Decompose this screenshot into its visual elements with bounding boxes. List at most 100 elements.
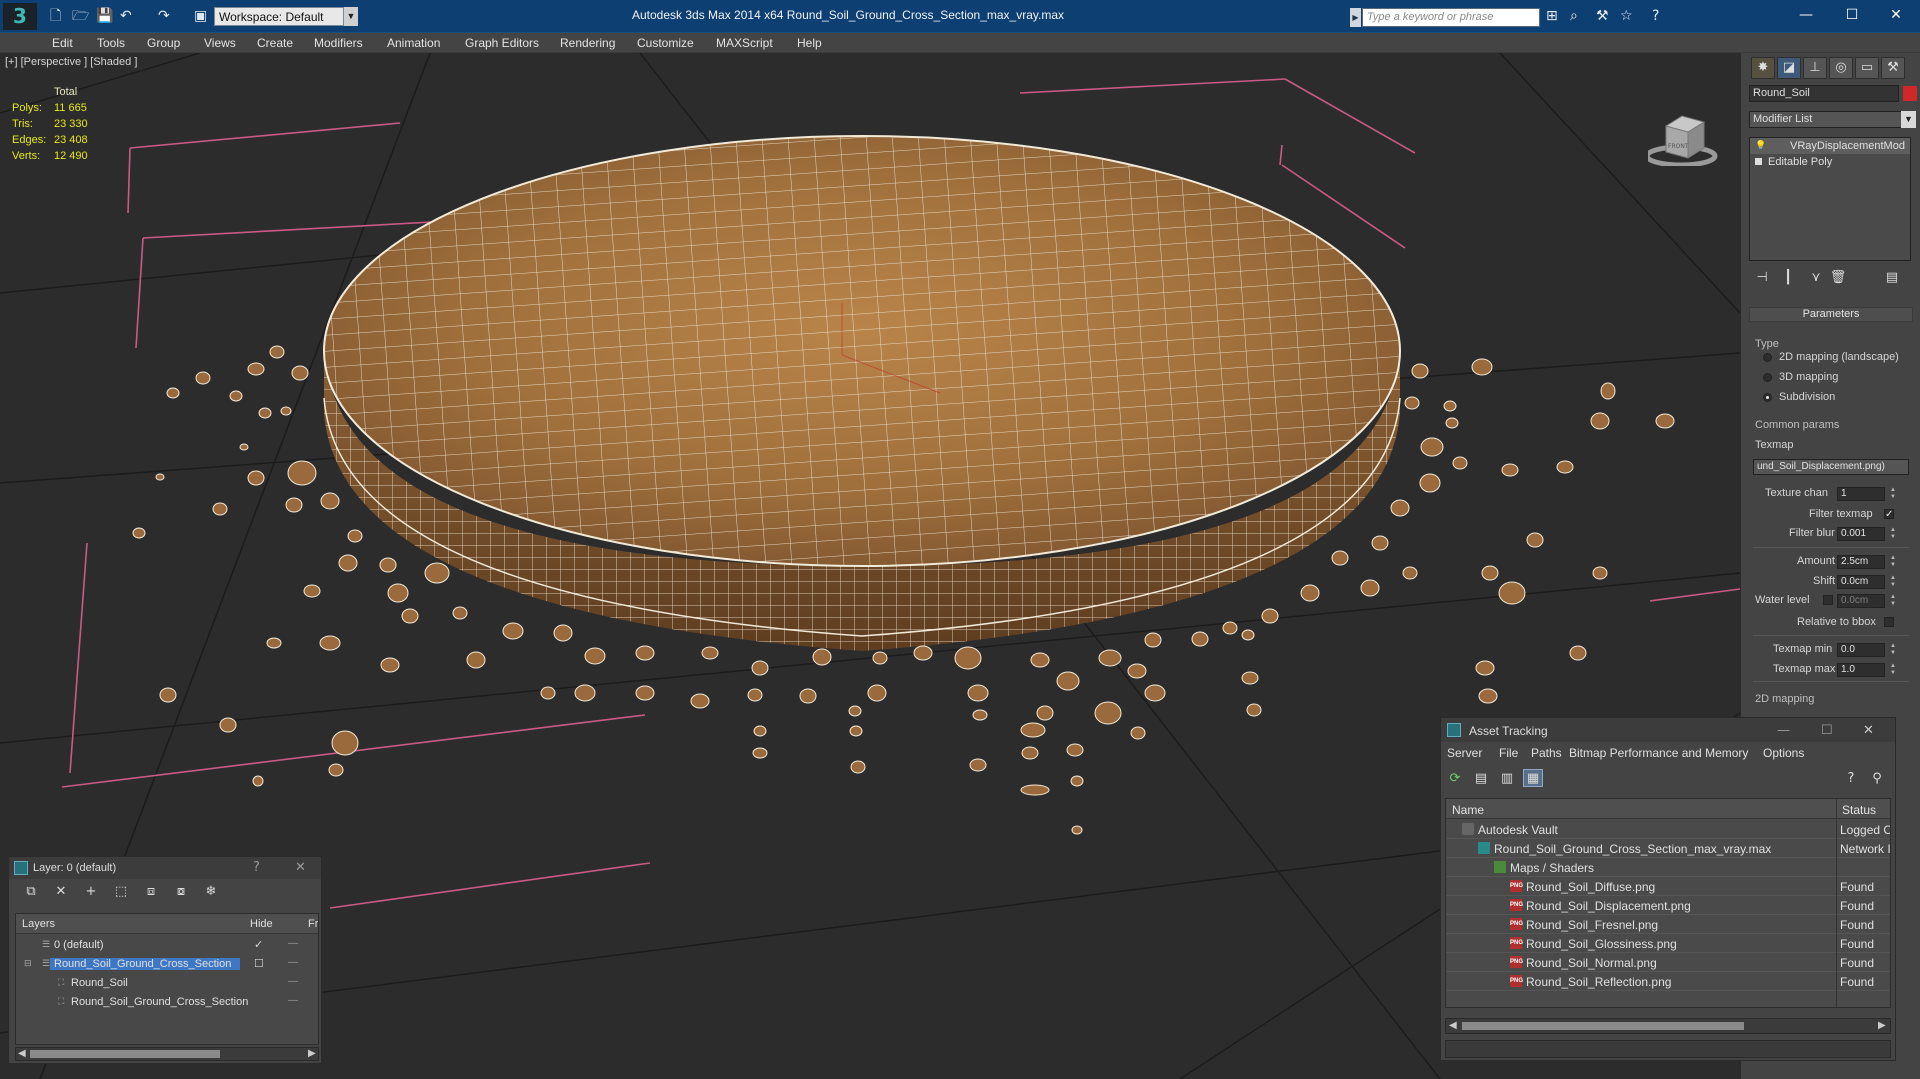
water-level-field[interactable]: 0.0cm: [1837, 594, 1885, 608]
texture-chan-field[interactable]: 1: [1837, 487, 1885, 501]
highlight-layer-icon[interactable]: ⧈: [141, 883, 161, 901]
asset-window-titlebar[interactable]: Asset Tracking — ☐ ✕: [1441, 718, 1895, 742]
detail-view-icon[interactable]: ▥: [1497, 769, 1517, 787]
project-folder-icon[interactable]: ▣: [194, 8, 207, 24]
menu-help[interactable]: Help: [797, 36, 822, 50]
freeze-toggle[interactable]: —: [288, 976, 298, 987]
layer-object-row[interactable]: ⛶ Round_Soil_Ground_Cross_Section —: [16, 993, 318, 1012]
bulb-icon[interactable]: 💡: [1755, 141, 1766, 150]
close-icon[interactable]: ✕: [295, 860, 306, 876]
spinner-icon[interactable]: ▲ ▼: [1889, 663, 1897, 677]
modify-tab-icon[interactable]: ◪: [1777, 57, 1801, 79]
freeze-toggle[interactable]: —: [288, 957, 298, 968]
texmap-min-field[interactable]: 0.0: [1837, 643, 1885, 657]
refresh-icon[interactable]: ⟳: [1445, 769, 1465, 787]
scroll-right-icon[interactable]: ▶: [308, 1048, 316, 1060]
asset-row[interactable]: PNG Round_Soil_Reflection.png Found: [1446, 972, 1890, 991]
subscription-icon[interactable]: ⚒: [1596, 8, 1609, 24]
maximize-icon[interactable]: ☐: [1840, 5, 1864, 25]
layer-row[interactable]: ☰ 0 (default) ✓ —: [16, 936, 318, 955]
list-view-icon[interactable]: ▤: [1471, 769, 1491, 787]
search-icon[interactable]: ⌕: [1570, 8, 1578, 24]
asset-row[interactable]: PNG Round_Soil_Glossiness.png Found: [1446, 934, 1890, 953]
scrollbar-thumb[interactable]: [1462, 1022, 1744, 1030]
asset-row[interactable]: Autodesk Vault Logged O: [1446, 820, 1890, 839]
help-icon[interactable]: ?: [1841, 769, 1861, 787]
play-icon[interactable]: ▶: [1350, 8, 1361, 27]
menu-graph-editors[interactable]: Graph Editors: [465, 36, 539, 50]
name-column-header[interactable]: Name: [1452, 803, 1484, 817]
parameters-rollout[interactable]: Parameters: [1749, 307, 1913, 322]
minimize-icon[interactable]: —: [1794, 5, 1818, 25]
horizontal-scrollbar[interactable]: ◀ ▶: [1445, 1018, 1891, 1034]
asset-row[interactable]: Maps / Shaders: [1446, 858, 1890, 877]
asset-row[interactable]: PNG Round_Soil_Displacement.png Found: [1446, 896, 1890, 915]
motion-tab-icon[interactable]: ◎: [1829, 57, 1853, 79]
utilities-tab-icon[interactable]: ⚒: [1881, 57, 1905, 79]
viewport-label[interactable]: [+] [Perspective ] [Shaded ]: [5, 56, 137, 68]
scroll-right-icon[interactable]: ▶: [1878, 1020, 1886, 1032]
viewcube[interactable]: FRONT: [1648, 86, 1718, 166]
water-level-checkbox[interactable]: [1823, 595, 1833, 605]
asset-row[interactable]: PNG Round_Soil_Diffuse.png Found: [1446, 877, 1890, 896]
open-file-icon[interactable]: 🗁: [72, 8, 89, 24]
texmap-button[interactable]: und_Soil_Displacement.png): [1753, 459, 1909, 475]
select-layer-objects-icon[interactable]: ⬚: [111, 883, 131, 901]
workspace-dropdown[interactable]: Workspace: Default: [214, 7, 344, 26]
make-unique-icon[interactable]: ⋎: [1807, 269, 1825, 287]
spinner-icon[interactable]: ▲ ▼: [1889, 555, 1897, 569]
layer-row-selected[interactable]: ⊟ ☰ Round_Soil_Ground_Cross_Section ☐ —: [16, 955, 318, 974]
freeze-toggle[interactable]: —: [288, 938, 298, 949]
context-help-icon[interactable]: ⚲: [1867, 769, 1887, 787]
stack-item-editable-poly[interactable]: Editable Poly: [1750, 154, 1910, 170]
freeze-all-layers-icon[interactable]: ❄: [201, 883, 221, 901]
hide-toggle[interactable]: ☐: [254, 957, 264, 970]
asset-menu-options[interactable]: Options: [1763, 746, 1804, 760]
filter-blur-field[interactable]: 0.001: [1837, 527, 1885, 541]
menu-rendering[interactable]: Rendering: [560, 36, 615, 50]
scroll-left-icon[interactable]: ◀: [1449, 1020, 1457, 1032]
chevron-down-icon[interactable]: ▼: [344, 7, 358, 26]
asset-row[interactable]: PNG Round_Soil_Normal.png Found: [1446, 953, 1890, 972]
object-name-field[interactable]: Round_Soil: [1749, 85, 1899, 102]
shift-field[interactable]: 0.0cm: [1837, 575, 1885, 589]
help-icon[interactable]: ?: [253, 860, 260, 876]
asset-row[interactable]: PNG Round_Soil_Fresnel.png Found: [1446, 915, 1890, 934]
chevron-down-icon[interactable]: ▼: [1901, 111, 1916, 128]
spinner-icon[interactable]: ▲ ▼: [1889, 643, 1897, 657]
new-layer-icon[interactable]: ⧉: [21, 883, 41, 901]
spinner-icon[interactable]: ▲ ▼: [1889, 575, 1897, 589]
asset-menu-server[interactable]: Server: [1447, 746, 1482, 760]
menu-customize[interactable]: Customize: [637, 36, 694, 50]
redo-icon[interactable]: ↷: [158, 8, 170, 24]
close-icon[interactable]: ✕: [1884, 5, 1908, 25]
texmap-max-field[interactable]: 1.0: [1837, 663, 1885, 677]
menu-edit[interactable]: Edit: [52, 36, 73, 50]
menu-animation[interactable]: Animation: [387, 36, 440, 50]
maximize-icon[interactable]: ☐: [1821, 723, 1833, 739]
relative-to-bbox-checkbox[interactable]: [1884, 617, 1894, 627]
app-logo[interactable]: 3: [3, 3, 37, 30]
status-column-header[interactable]: Status: [1842, 803, 1876, 817]
menu-tools[interactable]: Tools: [97, 36, 125, 50]
scrollbar-thumb[interactable]: [30, 1050, 220, 1058]
binoculars-icon[interactable]: ⊞: [1546, 8, 1558, 24]
spinner-icon[interactable]: ▲ ▼: [1889, 527, 1897, 541]
freeze-column-header[interactable]: Fr: [308, 918, 318, 930]
menu-modifiers[interactable]: Modifiers: [314, 36, 363, 50]
modifier-stack[interactable]: 💡 VRayDisplacementMod Editable Poly: [1749, 137, 1911, 261]
display-tab-icon[interactable]: ▭: [1855, 57, 1879, 79]
menu-create[interactable]: Create: [257, 36, 293, 50]
radio-subdivision[interactable]: [1763, 393, 1772, 402]
table-view-icon[interactable]: ▦: [1523, 769, 1543, 787]
radio-3d-mapping[interactable]: [1763, 373, 1772, 382]
object-color-swatch[interactable]: [1903, 86, 1917, 101]
create-tab-icon[interactable]: ✸: [1751, 57, 1775, 79]
hide-toggle[interactable]: ✓: [254, 938, 263, 951]
layer-object-row[interactable]: ⛶ Round_Soil —: [16, 974, 318, 993]
minimize-icon[interactable]: —: [1777, 723, 1790, 739]
help-icon[interactable]: ?: [1652, 8, 1659, 24]
expand-icon[interactable]: [1755, 158, 1762, 165]
delete-layer-icon[interactable]: ✕: [51, 883, 71, 901]
add-to-layer-icon[interactable]: +: [81, 883, 101, 901]
